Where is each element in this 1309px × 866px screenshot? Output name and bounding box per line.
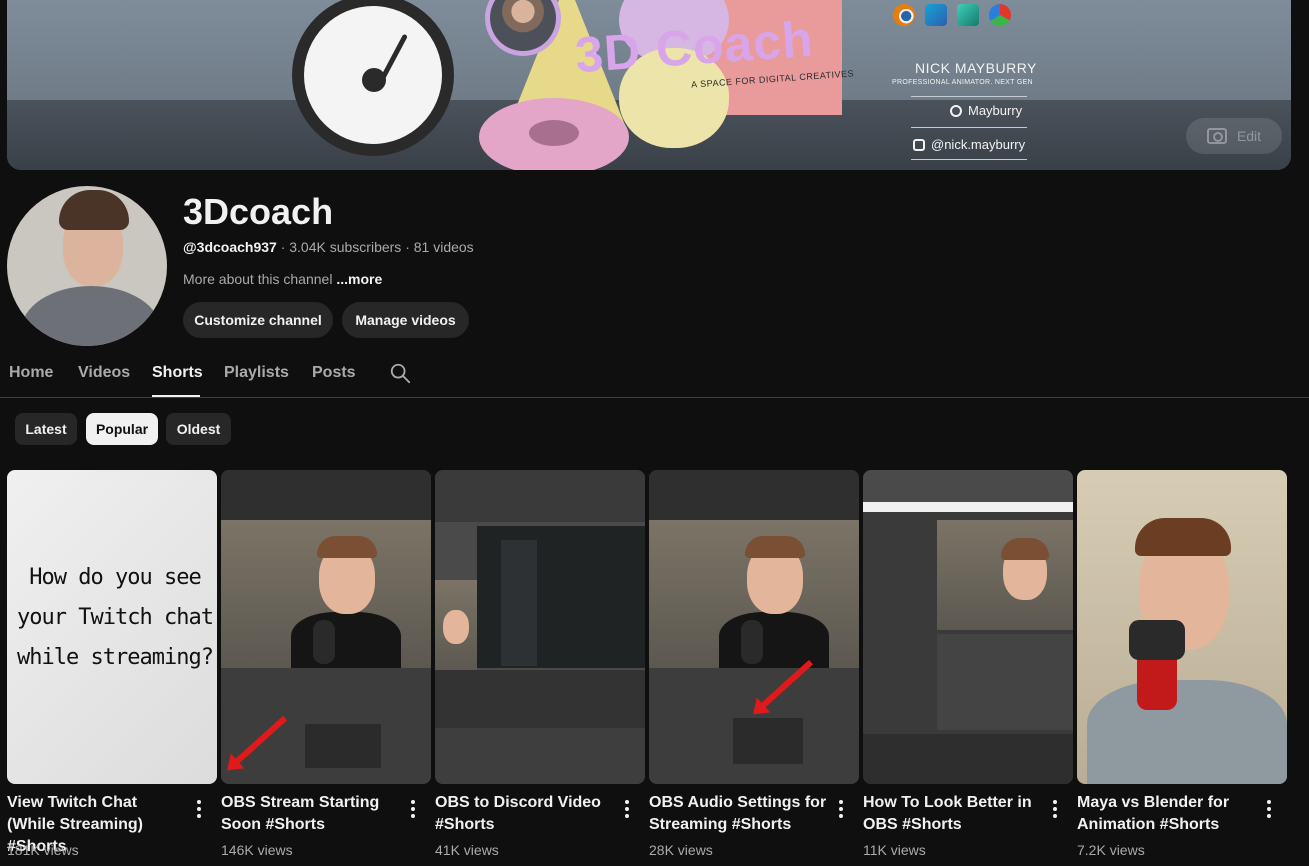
more-options-icon[interactable]: [193, 800, 205, 820]
short-item[interactable]: How To Look Better in OBS #Shorts 11K vi…: [863, 470, 1073, 858]
more-link[interactable]: ...more: [336, 271, 382, 287]
short-views: 41K views: [435, 842, 499, 858]
maya-icon: [957, 4, 979, 26]
instagram-icon: [913, 138, 925, 151]
v-icon: [925, 4, 947, 26]
short-thumbnail[interactable]: [221, 470, 431, 784]
short-item[interactable]: Maya vs Blender for Animation #Shorts 7.…: [1077, 470, 1287, 858]
spotify-icon: [950, 104, 962, 117]
more-options-icon[interactable]: [835, 800, 847, 820]
short-thumbnail[interactable]: [435, 470, 645, 784]
chip-oldest[interactable]: Oldest: [166, 413, 231, 445]
short-title[interactable]: OBS to Discord Video #Shorts: [435, 792, 615, 836]
short-thumbnail[interactable]: [649, 470, 859, 784]
channel-handle: @3dcoach937: [183, 239, 277, 255]
customize-channel-button[interactable]: Customize channel: [183, 302, 333, 338]
banner-role: PROFESSIONAL ANIMATOR. NEXT GEN: [892, 79, 1033, 86]
active-tab-indicator: [152, 395, 200, 397]
short-item[interactable]: How do you see your Twitch chat while st…: [7, 470, 217, 858]
banner-divider: [911, 96, 1027, 97]
banner-app-icons: [893, 4, 1011, 26]
banner-divider: [911, 159, 1027, 160]
channel-meta: @3dcoach937 · 3.04K subscribers · 81 vid…: [183, 239, 474, 255]
banner-divider: [911, 127, 1027, 128]
short-title[interactable]: OBS Audio Settings for Streaming #Shorts: [649, 792, 829, 836]
short-views: 7.2K views: [1077, 842, 1145, 858]
short-title[interactable]: OBS Stream Starting Soon #Shorts: [221, 792, 401, 836]
more-options-icon[interactable]: [407, 800, 419, 820]
short-views: 28K views: [649, 842, 713, 858]
manage-videos-button[interactable]: Manage videos: [342, 302, 469, 338]
short-thumbnail[interactable]: How do you see your Twitch chat while st…: [7, 470, 217, 784]
short-views: 11K views: [863, 842, 926, 858]
channel-stats: · 3.04K subscribers · 81 videos: [276, 239, 474, 255]
tab-posts[interactable]: Posts: [312, 364, 356, 382]
blender-icon: [893, 4, 915, 26]
davinci-icon: [989, 4, 1011, 26]
short-thumbnail[interactable]: [1077, 470, 1287, 784]
channel-name: 3Dcoach: [183, 191, 334, 232]
short-title[interactable]: Maya vs Blender for Animation #Shorts: [1077, 792, 1257, 836]
more-options-icon[interactable]: [1263, 800, 1275, 820]
more-options-icon[interactable]: [1049, 800, 1061, 820]
thumbnail-text: How do you see your Twitch chat while st…: [17, 565, 214, 670]
short-views: 146K views: [221, 842, 293, 858]
chip-latest[interactable]: Latest: [15, 413, 77, 445]
short-thumbnail[interactable]: [863, 470, 1073, 784]
short-item[interactable]: OBS to Discord Video #Shorts 41K views: [435, 470, 645, 858]
short-item[interactable]: OBS Audio Settings for Streaming #Shorts…: [649, 470, 859, 858]
channel-about[interactable]: More about this channel ...more: [183, 271, 382, 287]
channel-banner: 3D Coach A SPACE FOR DIGITAL CREATIVES N…: [7, 0, 1291, 170]
tab-shorts[interactable]: Shorts: [152, 364, 203, 382]
short-title[interactable]: How To Look Better in OBS #Shorts: [863, 792, 1043, 836]
channel-tabs: Home Videos Shorts Playlists Posts: [0, 351, 1309, 398]
tab-videos[interactable]: Videos: [78, 364, 130, 382]
banner-instagram-link: @nick.mayburry: [913, 137, 1025, 152]
banner-donut-shape: [479, 98, 629, 170]
banner-spotify-link: Mayburry: [950, 103, 1022, 118]
short-views: 181K views: [7, 842, 79, 858]
chip-popular[interactable]: Popular: [86, 413, 158, 445]
banner-spotify-label: Mayburry: [968, 103, 1023, 118]
edit-banner-label: Edit: [1236, 128, 1262, 144]
banner-clock-icon: [292, 0, 454, 156]
search-icon[interactable]: [389, 362, 411, 384]
banner-name: NICK MAYBURRY: [915, 60, 1037, 76]
tab-home[interactable]: Home: [9, 364, 53, 382]
tab-playlists[interactable]: Playlists: [224, 364, 289, 382]
short-item[interactable]: OBS Stream Starting Soon #Shorts 146K vi…: [221, 470, 431, 858]
channel-avatar[interactable]: [7, 186, 167, 346]
camera-icon: [1206, 128, 1227, 144]
more-options-icon[interactable]: [621, 800, 633, 820]
edit-banner-button[interactable]: Edit: [1186, 118, 1282, 154]
channel-about-text: More about this channel: [183, 271, 333, 287]
banner-instagram-label: @nick.mayburry: [931, 137, 1026, 152]
